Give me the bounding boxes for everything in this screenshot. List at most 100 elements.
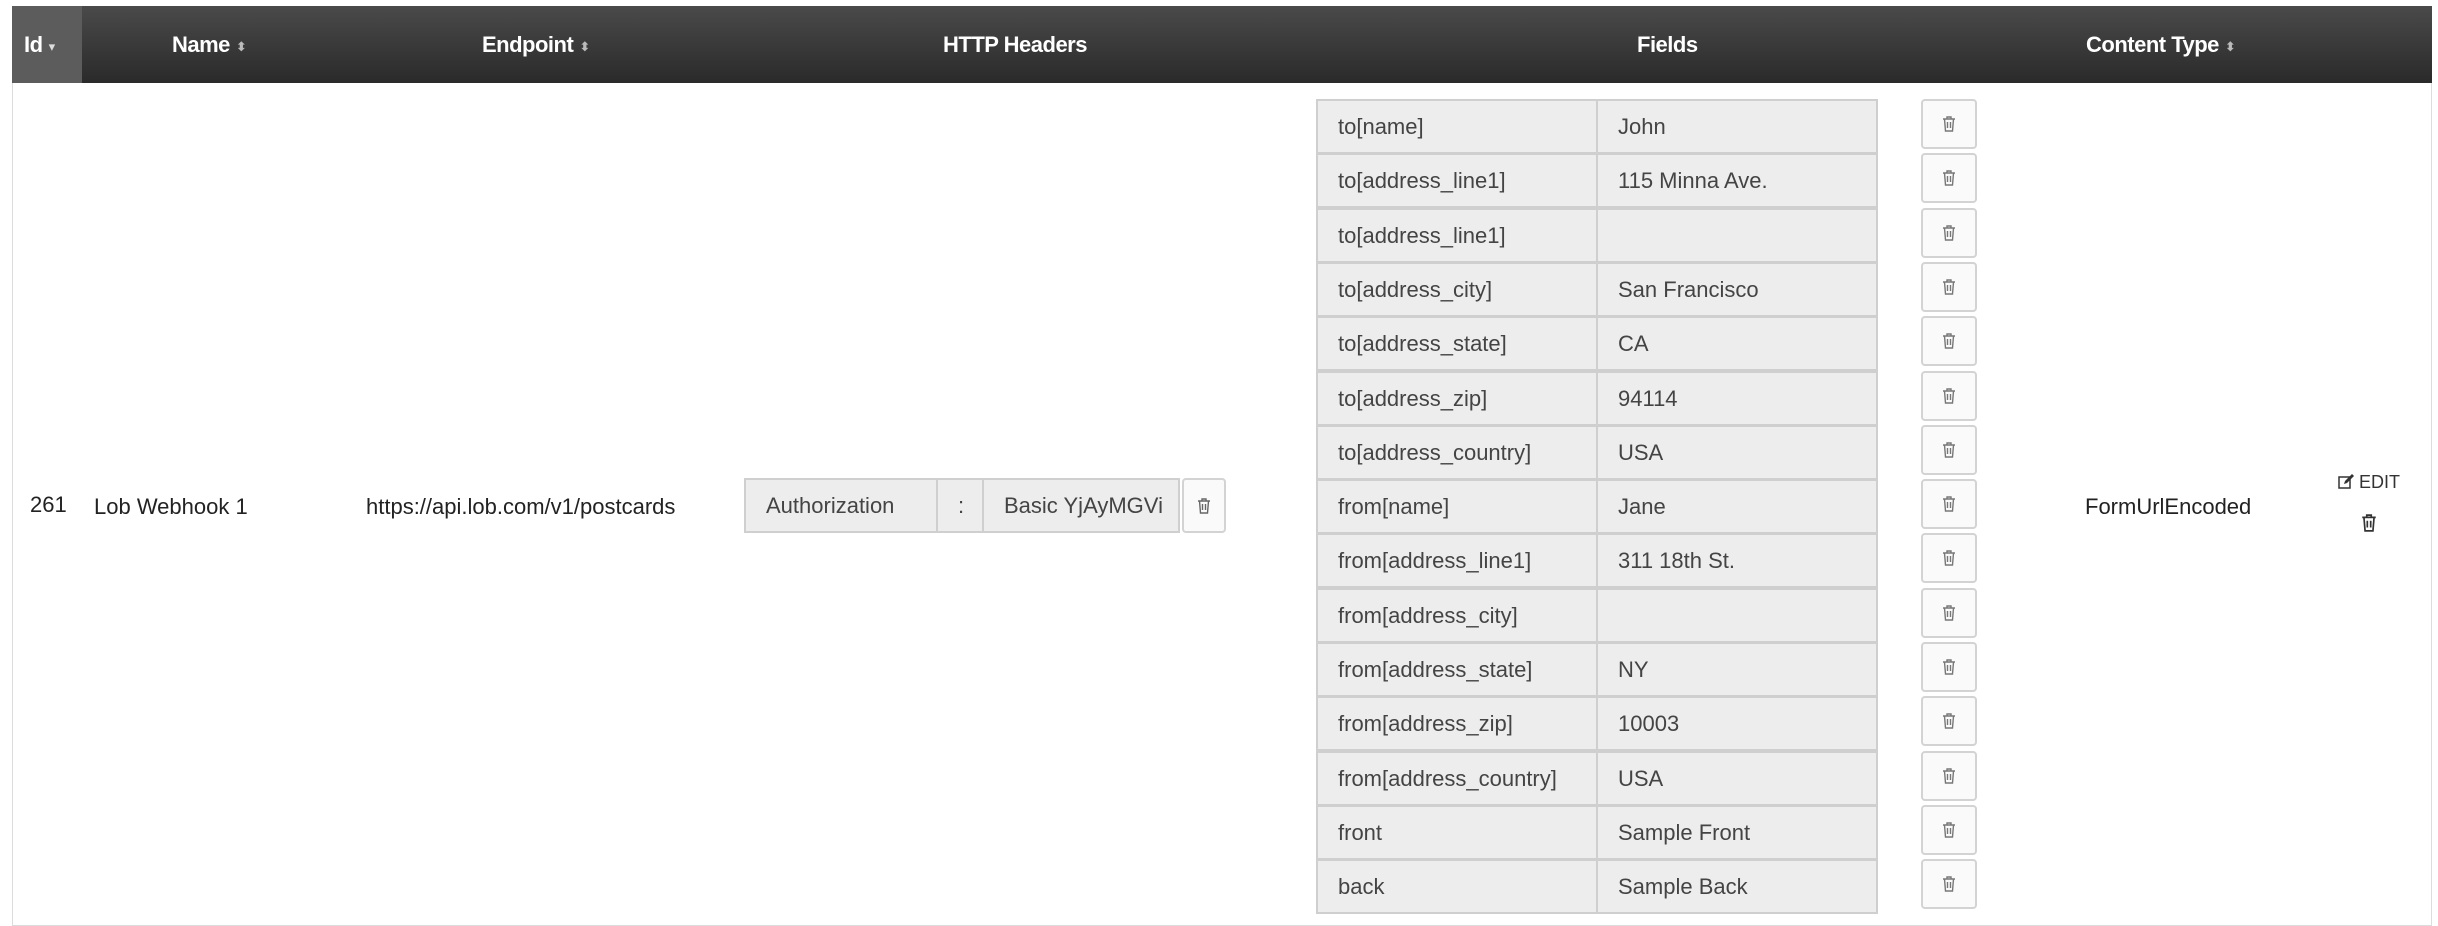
field-key-input[interactable]: from[address_city]	[1316, 587, 1598, 643]
delete-field-button[interactable]	[1921, 533, 1977, 584]
field-row: to[name] John	[1316, 99, 1977, 154]
field-value-input[interactable]: USA	[1596, 424, 1878, 480]
delete-field-button[interactable]	[1921, 804, 1977, 855]
field-value-input[interactable]	[1596, 587, 1878, 643]
edit-button[interactable]: EDIT	[2338, 472, 2400, 493]
sort-desc-icon: ▾	[48, 38, 56, 54]
field-value-input[interactable]: Jane	[1596, 479, 1878, 535]
field-key-input[interactable]: to[address_country]	[1316, 424, 1598, 480]
column-header-id[interactable]: Id ▾	[12, 6, 82, 83]
field-row: back Sample Back	[1316, 859, 1977, 915]
http-header-entry: Authorization : Basic YjAyMGVi	[744, 478, 1226, 533]
trash-icon	[1943, 767, 1955, 784]
delete-field-button[interactable]	[1921, 153, 1977, 204]
trash-icon	[1943, 224, 1955, 241]
delete-header-button[interactable]	[1182, 478, 1226, 533]
field-row: to[address_line1]	[1316, 207, 1977, 263]
field-key-input[interactable]: to[address_line1]	[1316, 153, 1598, 209]
trash-icon	[1943, 116, 1955, 132]
field-key-input[interactable]: to[address_state]	[1316, 316, 1598, 372]
trash-icon	[1943, 333, 1955, 349]
trash-icon	[1943, 279, 1955, 295]
delete-field-button[interactable]	[1921, 587, 1977, 638]
delete-field-button[interactable]	[1921, 316, 1977, 367]
field-row: from[address_country] USA	[1316, 750, 1977, 806]
trash-icon	[2362, 514, 2376, 532]
trash-icon	[1943, 170, 1955, 186]
field-key-input[interactable]: from[address_state]	[1316, 642, 1598, 697]
field-row: from[address_city]	[1316, 587, 1977, 643]
trash-icon	[1943, 604, 1955, 621]
delete-field-button[interactable]	[1921, 750, 1977, 801]
field-key-input[interactable]: from[name]	[1316, 479, 1598, 535]
field-row: front Sample Front	[1316, 804, 1977, 860]
field-row: from[name] Jane	[1316, 479, 1977, 535]
field-key-input[interactable]: to[address_zip]	[1316, 370, 1598, 426]
column-header-endpoint[interactable]: Endpoint ⬍	[482, 6, 590, 83]
field-value-input[interactable]: Sample Front	[1596, 804, 1878, 860]
field-value-input[interactable]: San Francisco	[1596, 261, 1878, 317]
field-value-input[interactable]	[1596, 207, 1878, 263]
field-value-input[interactable]: 94114	[1596, 370, 1878, 426]
field-row: to[address_line1] 115 Minna Ave.	[1316, 153, 1977, 209]
field-value-input[interactable]: John	[1596, 99, 1878, 154]
field-key-input[interactable]: to[address_city]	[1316, 261, 1598, 317]
delete-row-button[interactable]	[2361, 514, 2377, 532]
field-key-input[interactable]: back	[1316, 859, 1598, 915]
column-header-name[interactable]: Name ⬍	[172, 6, 247, 83]
field-key-input[interactable]: from[address_zip]	[1316, 696, 1598, 752]
field-value-input[interactable]: USA	[1596, 750, 1878, 806]
delete-field-button[interactable]	[1921, 370, 1977, 421]
sort-icon: ⬍	[579, 38, 591, 54]
delete-field-button[interactable]	[1921, 99, 1977, 149]
field-row: from[address_line1] 311 18th St.	[1316, 533, 1977, 589]
trash-icon	[1943, 550, 1955, 567]
http-header-value[interactable]: Basic YjAyMGVi	[982, 478, 1180, 533]
row-content-type: FormUrlEncoded	[2085, 494, 2252, 519]
trash-icon	[1943, 822, 1955, 838]
field-row: from[address_state] NY	[1316, 642, 1977, 697]
column-header-content-type[interactable]: Content Type ⬍	[2086, 6, 2236, 83]
delete-field-button[interactable]	[1921, 261, 1977, 312]
edit-icon	[2338, 474, 2354, 489]
table-header: Id ▾ Name ⬍ Endpoint ⬍ HTTP Headers Fields …	[12, 6, 2432, 83]
column-header-http-headers: HTTP Headers	[943, 32, 1087, 57]
delete-field-button[interactable]	[1921, 642, 1977, 692]
row-endpoint: https://api.lob.com/v1/postcards	[366, 494, 676, 519]
trash-icon	[1943, 496, 1955, 512]
delete-field-button[interactable]	[1921, 859, 1977, 910]
row-name: Lob Webhook 1	[94, 494, 248, 519]
field-row: to[address_city] San Francisco	[1316, 261, 1977, 317]
field-value-input[interactable]: Sample Back	[1596, 859, 1878, 915]
trash-icon	[1198, 497, 1210, 514]
delete-field-button[interactable]	[1921, 479, 1977, 530]
field-value-input[interactable]: 311 18th St.	[1596, 533, 1878, 589]
delete-field-button[interactable]	[1921, 207, 1977, 258]
field-value-input[interactable]: 10003	[1596, 696, 1878, 752]
field-key-input[interactable]: to[name]	[1316, 99, 1598, 154]
field-key-input[interactable]: to[address_line1]	[1316, 207, 1598, 263]
field-value-input[interactable]: CA	[1596, 316, 1878, 372]
row-id: 261	[30, 492, 67, 517]
delete-field-button[interactable]	[1921, 696, 1977, 747]
field-value-input[interactable]: 115 Minna Ave.	[1596, 153, 1878, 209]
trash-icon	[1943, 442, 1955, 458]
edit-label: EDIT	[2359, 472, 2401, 492]
trash-icon	[1943, 659, 1955, 675]
sort-icon: ⬍	[235, 38, 247, 54]
column-header-fields: Fields	[1637, 32, 1698, 57]
trash-icon	[1943, 713, 1955, 729]
delete-field-button[interactable]	[1921, 424, 1977, 475]
http-header-key[interactable]: Authorization	[744, 478, 938, 533]
trash-icon	[1943, 387, 1955, 404]
field-row: to[address_country] USA	[1316, 424, 1977, 480]
field-row: from[address_zip] 10003	[1316, 696, 1977, 752]
trash-icon	[1943, 876, 1955, 892]
field-key-input[interactable]: from[address_line1]	[1316, 533, 1598, 589]
field-row: to[address_zip] 94114	[1316, 370, 1977, 426]
http-header-separator: :	[936, 478, 984, 533]
field-value-input[interactable]: NY	[1596, 642, 1878, 697]
field-key-input[interactable]: from[address_country]	[1316, 750, 1598, 806]
field-key-input[interactable]: front	[1316, 804, 1598, 860]
field-row: to[address_state] CA	[1316, 316, 1977, 372]
